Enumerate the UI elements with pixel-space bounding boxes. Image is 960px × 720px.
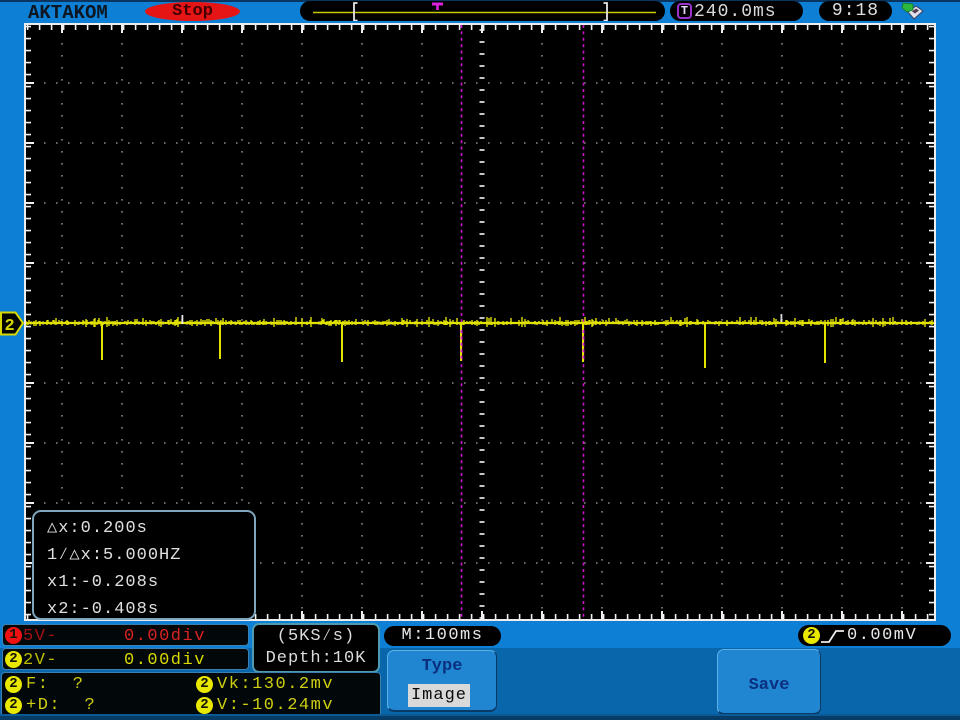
svg-text:2: 2 — [5, 317, 15, 336]
